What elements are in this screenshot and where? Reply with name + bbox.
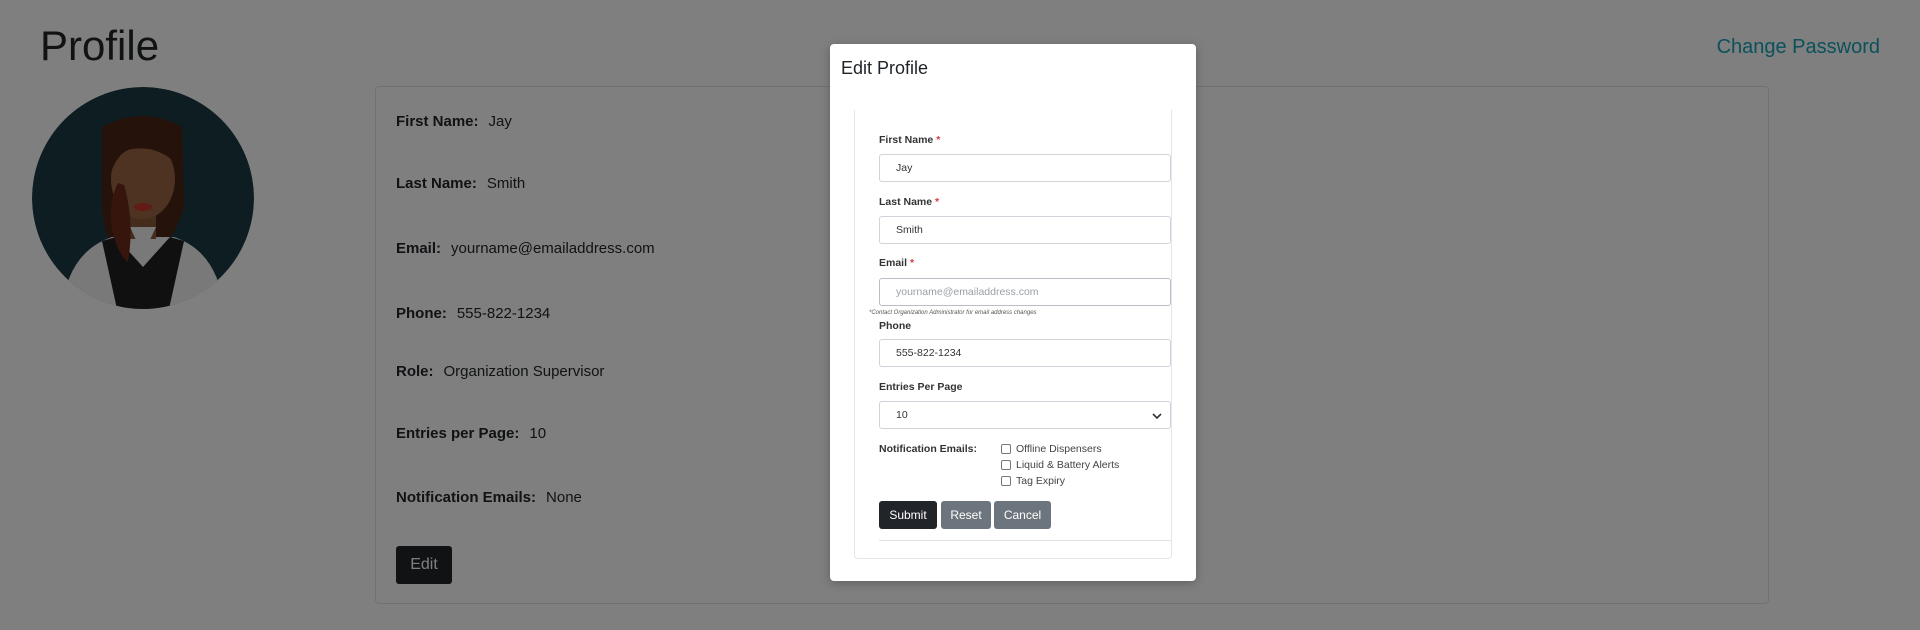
cancel-button[interactable]: Cancel [994, 501, 1051, 529]
edit-profile-form: First Name * Last Name * Email * *Contac… [854, 110, 1172, 559]
email-field-label-text: Email [879, 257, 908, 269]
tag-expiry-checkbox[interactable] [1001, 476, 1011, 486]
edit-profile-modal: Edit Profile First Name * Last Name * Em… [830, 44, 1196, 581]
submit-button[interactable]: Submit [879, 501, 937, 529]
offline-dispensers-checkbox[interactable] [1001, 444, 1011, 454]
email-field-label: Email * [879, 257, 914, 269]
first-name-input[interactable] [879, 154, 1171, 182]
offline-dispensers-label: Offline Dispensers [1016, 443, 1102, 455]
liquid-battery-alerts-label: Liquid & Battery Alerts [1016, 459, 1120, 471]
last-name-input[interactable] [879, 216, 1171, 244]
first-name-field-label-text: First Name [879, 134, 934, 146]
tag-expiry-label: Tag Expiry [1016, 475, 1066, 487]
required-marker: * [935, 196, 940, 208]
entries-per-page-selected: 10 [896, 409, 908, 421]
notification-option-liquid-battery-alerts[interactable]: Liquid & Battery Alerts [1001, 458, 1119, 472]
phone-field-label: Phone [879, 320, 911, 332]
form-divider [879, 540, 1171, 541]
notification-option-offline-dispensers[interactable]: Offline Dispensers [1001, 442, 1102, 456]
phone-field-label-text: Phone [879, 320, 912, 332]
entries-per-page-select[interactable]: 10 [879, 401, 1171, 429]
entries-per-page-field-label-text: Entries Per Page [879, 381, 963, 393]
email-hint: *Contact Organization Administrator for … [869, 310, 1037, 316]
chevron-down-icon [1152, 413, 1162, 420]
modal-title: Edit Profile [841, 58, 929, 78]
required-marker: * [936, 134, 941, 146]
required-marker: * [909, 257, 915, 269]
email-input[interactable] [879, 278, 1171, 306]
liquid-battery-alerts-checkbox[interactable] [1001, 460, 1011, 470]
first-name-field-label: First Name * [879, 134, 940, 146]
phone-input[interactable] [879, 339, 1171, 367]
notification-emails-field-label: Notification Emails: [879, 443, 978, 455]
entries-per-page-field-label: Entries Per Page [879, 381, 962, 393]
last-name-field-label-text: Last Name [879, 196, 933, 208]
reset-button[interactable]: Reset [941, 501, 991, 529]
notification-option-tag-expiry[interactable]: Tag Expiry [1001, 474, 1065, 488]
last-name-field-label: Last Name * [879, 196, 939, 208]
